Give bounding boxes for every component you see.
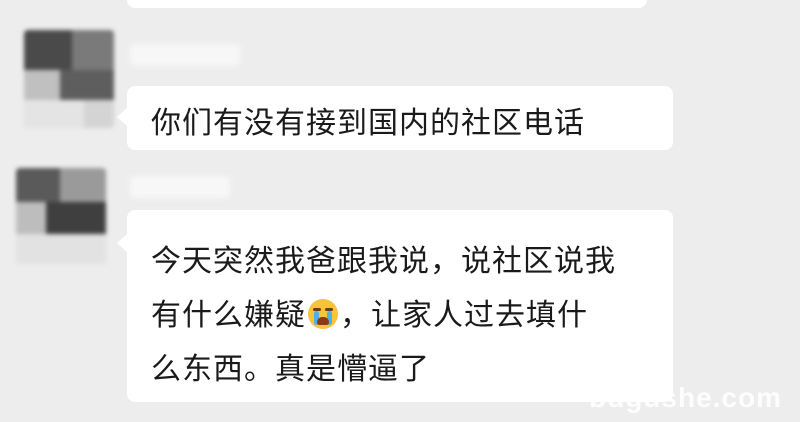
avatar[interactable]	[16, 168, 106, 264]
crying-face-icon	[308, 299, 338, 329]
message-bubble[interactable]: 今天突然我爸跟我说，说社区说我 有什么嫌疑 ，让家人过去填什 么东西。真是懵逼了	[117, 210, 673, 402]
bubble-tail	[117, 108, 127, 126]
sender-name	[130, 176, 230, 198]
message-text: ，让家人过去填什	[340, 298, 588, 333]
message-line: 有什么嫌疑 ，让家人过去填什	[151, 290, 588, 334]
message-bubble[interactable]: 你们有没有接到国内的社区电话	[117, 86, 673, 150]
message-text: 有什么嫌疑	[151, 298, 306, 333]
bubble-tail	[117, 234, 127, 252]
chat-bubble-partial	[127, 0, 647, 8]
message-text: 你们有没有接到国内的社区电话	[151, 106, 585, 141]
message-line: 么东西。真是懵逼了	[151, 352, 430, 387]
avatar[interactable]	[24, 30, 114, 128]
message-line: 今天突然我爸跟我说，说社区说我	[151, 244, 616, 279]
sender-name	[130, 44, 240, 66]
watermark: bugushe.com	[588, 382, 782, 413]
